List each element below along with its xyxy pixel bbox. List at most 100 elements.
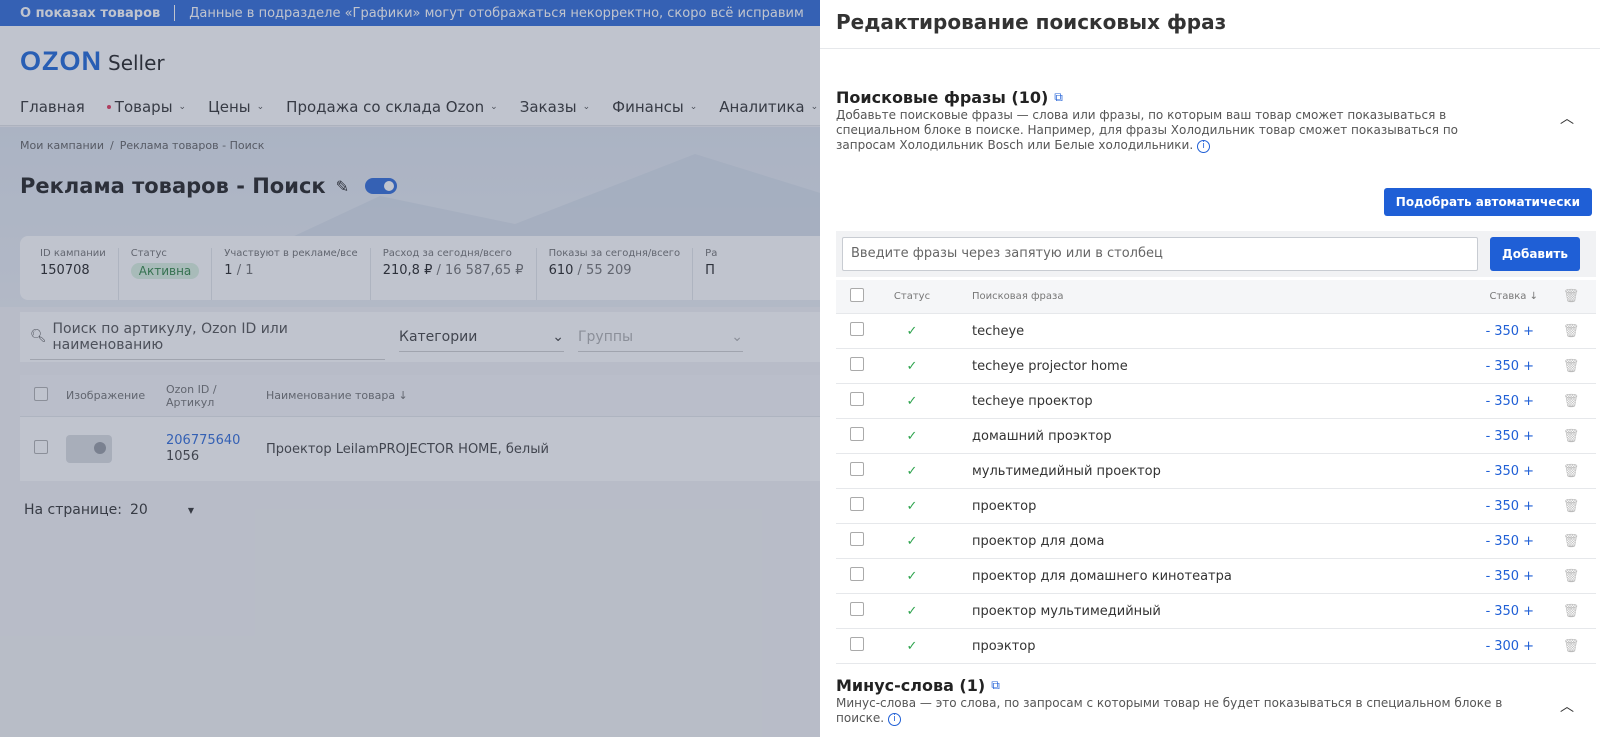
row-select-cell [836, 602, 882, 620]
bid-increase-button[interactable]: + [1523, 639, 1534, 654]
chevron-up-icon[interactable]: ︿ [1560, 108, 1574, 128]
bid-value[interactable]: 300 [1494, 639, 1519, 654]
copy-icon[interactable]: ⧉ [991, 678, 1000, 693]
phrase-text: проектор [972, 498, 1037, 514]
chevron-up-icon[interactable]: ︿ [1560, 696, 1574, 716]
phrase-text: techeye проектор [972, 393, 1093, 409]
row-select-cell [836, 322, 882, 340]
select-all-checkbox[interactable] [850, 288, 864, 302]
trash-icon[interactable]: 🗑︎ [1546, 499, 1596, 514]
bid-decrease-button[interactable]: - [1486, 324, 1491, 339]
bid-decrease-button[interactable]: - [1486, 429, 1491, 444]
bid-stepper: -350 + [1456, 359, 1546, 374]
edit-phrases-drawer: Редактирование поисковых фраз Поисковые … [820, 0, 1600, 737]
trash-icon[interactable]: 🗑︎ [1546, 289, 1596, 304]
bid-value[interactable]: 350 [1494, 394, 1519, 409]
bid-decrease-button[interactable]: - [1486, 499, 1491, 514]
row-checkbox[interactable] [850, 497, 864, 511]
bid-value[interactable]: 350 [1494, 464, 1519, 479]
bid-decrease-button[interactable]: - [1486, 359, 1491, 374]
row-checkbox[interactable] [850, 357, 864, 371]
bid-stepper: -350 + [1456, 394, 1546, 409]
info-icon[interactable]: i [1197, 140, 1211, 153]
row-checkbox[interactable] [850, 427, 864, 441]
add-phrases-area: Введите фразы через запятую или в столбе… [836, 231, 1596, 277]
row-select-cell [836, 497, 882, 515]
phrase-row: ✓ проектор мультимедийный -350 + 🗑︎ [836, 594, 1596, 629]
bid-decrease-button[interactable]: - [1486, 464, 1491, 479]
bid-increase-button[interactable]: + [1523, 604, 1534, 619]
row-checkbox[interactable] [850, 567, 864, 581]
bid-increase-button[interactable]: + [1523, 534, 1534, 549]
modal-overlay[interactable] [0, 0, 820, 737]
phrase-row: ✓ проектор для дома -350 + 🗑︎ [836, 524, 1596, 559]
bid-increase-button[interactable]: + [1523, 394, 1534, 409]
bid-value[interactable]: 350 [1494, 604, 1519, 619]
bid-decrease-button[interactable]: - [1486, 604, 1491, 619]
bid-increase-button[interactable]: + [1523, 569, 1534, 584]
phrase-text: проектор для дома [972, 533, 1105, 549]
divider [820, 48, 1600, 49]
status-check-icon: ✓ [906, 323, 918, 339]
info-icon[interactable]: i [888, 713, 902, 726]
minus-section-description: Минус-слова — это слова, по запросам с к… [836, 696, 1516, 726]
trash-icon[interactable]: 🗑︎ [1546, 639, 1596, 654]
bid-increase-button[interactable]: + [1523, 499, 1534, 514]
trash-icon[interactable]: 🗑︎ [1546, 569, 1596, 584]
phrases-section-title: Поисковые фразы (10) ⧉ [836, 88, 1063, 107]
trash-icon[interactable]: 🗑︎ [1546, 394, 1596, 409]
status-check-icon: ✓ [906, 638, 918, 654]
bid-increase-button[interactable]: + [1523, 429, 1534, 444]
bid-increase-button[interactable]: + [1523, 324, 1534, 339]
auto-select-button[interactable]: Подобрать автоматически [1383, 188, 1592, 216]
status-check-icon: ✓ [906, 428, 918, 444]
row-checkbox[interactable] [850, 462, 864, 476]
phrase-row: ✓ проектор для домашнего кинотеатра -350 + 🗑… [836, 559, 1596, 594]
row-checkbox[interactable] [850, 392, 864, 406]
trash-icon[interactable]: 🗑︎ [1546, 534, 1596, 549]
copy-icon[interactable]: ⧉ [1054, 90, 1063, 105]
col-bid[interactable]: Ставка ↓ [1456, 291, 1546, 302]
row-select-cell [836, 567, 882, 585]
status-check-icon: ✓ [906, 498, 918, 514]
bid-stepper: -350 + [1456, 429, 1546, 444]
row-checkbox[interactable] [850, 602, 864, 616]
phrases-input[interactable]: Введите фразы через запятую или в столбе… [842, 237, 1478, 271]
bid-value[interactable]: 350 [1494, 429, 1519, 444]
bid-decrease-button[interactable]: - [1486, 569, 1491, 584]
phrase-text: проектор для домашнего кинотеатра [972, 568, 1232, 584]
row-checkbox[interactable] [850, 532, 864, 546]
trash-icon[interactable]: 🗑︎ [1546, 359, 1596, 374]
minus-section-title: Минус-слова (1) ⧉ [836, 676, 1000, 695]
bid-value[interactable]: 350 [1494, 359, 1519, 374]
minus-description-text: Минус-слова — это слова, по запросам с к… [836, 696, 1503, 725]
bid-value[interactable]: 350 [1494, 569, 1519, 584]
bid-stepper: -300 + [1456, 639, 1546, 654]
trash-icon[interactable]: 🗑︎ [1546, 604, 1596, 619]
bid-value[interactable]: 350 [1494, 534, 1519, 549]
phrase-rows: ✓ techeye -350 + 🗑︎ ✓ techeye projector home -3… [836, 314, 1596, 664]
minus-title-text: Минус-слова (1) [836, 676, 986, 695]
trash-icon[interactable]: 🗑︎ [1546, 464, 1596, 479]
bid-increase-button[interactable]: + [1523, 464, 1534, 479]
bid-decrease-button[interactable]: - [1486, 639, 1491, 654]
trash-icon[interactable]: 🗑︎ [1546, 324, 1596, 339]
phrase-row: ✓ проэктор -300 + 🗑︎ [836, 629, 1596, 664]
bid-decrease-button[interactable]: - [1486, 534, 1491, 549]
bid-stepper: -350 + [1456, 604, 1546, 619]
trash-icon[interactable]: 🗑︎ [1546, 429, 1596, 444]
bid-increase-button[interactable]: + [1523, 359, 1534, 374]
row-checkbox[interactable] [850, 322, 864, 336]
select-all-cell [836, 288, 882, 305]
bid-value[interactable]: 350 [1494, 499, 1519, 514]
add-button[interactable]: Добавить [1490, 237, 1580, 271]
row-select-cell [836, 532, 882, 550]
bid-value[interactable]: 350 [1494, 324, 1519, 339]
phrases-section-description: Добавьте поисковые фразы — слова или фра… [836, 108, 1516, 153]
row-checkbox[interactable] [850, 637, 864, 651]
status-check-icon: ✓ [906, 358, 918, 374]
bid-decrease-button[interactable]: - [1486, 394, 1491, 409]
col-phrase: Поисковая фраза [972, 291, 1064, 302]
phrase-row: ✓ проектор -350 + 🗑︎ [836, 489, 1596, 524]
phrase-text: мультимедийный проектор [972, 463, 1161, 479]
